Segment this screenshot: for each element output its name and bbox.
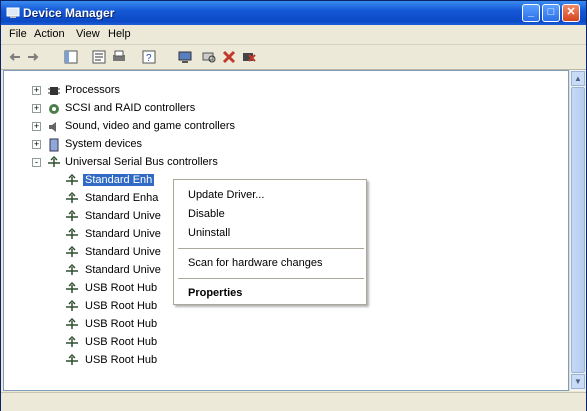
- usb-device-label: Standard Unive: [85, 210, 161, 222]
- expander-minus-icon[interactable]: -: [32, 158, 41, 167]
- menu-separator: [178, 248, 364, 249]
- system-device-icon: [49, 138, 59, 152]
- title-bar[interactable]: Device Manager _ □ ✕: [1, 1, 586, 25]
- usb-device-icon: [66, 317, 78, 329]
- tree-category-sound[interactable]: + Sound, video and game controllers: [32, 119, 292, 135]
- expander-plus-icon[interactable]: +: [32, 140, 41, 149]
- toolbar: ?: [1, 45, 586, 70]
- back-arrow-icon[interactable]: [7, 49, 23, 65]
- show-hide-tree-icon[interactable]: [63, 49, 79, 65]
- menu-separator: [178, 278, 364, 279]
- menu-disable[interactable]: Disable: [188, 208, 225, 220]
- svg-text:?: ?: [146, 53, 152, 64]
- scan-hardware-icon[interactable]: [201, 49, 217, 65]
- tree-category-label: Sound, video and game controllers: [65, 120, 235, 132]
- tree-category-label: Universal Serial Bus controllers: [65, 156, 218, 168]
- usb-device-icon: [66, 245, 78, 257]
- menu-help[interactable]: Help: [108, 28, 131, 40]
- minimize-button[interactable]: _: [522, 4, 540, 22]
- processor-icon: [48, 87, 60, 95]
- usb-icon: [48, 155, 60, 167]
- usb-device-icon: [66, 263, 78, 275]
- usb-device-icon: [66, 191, 78, 203]
- tree-category-label: SCSI and RAID controllers: [65, 102, 196, 114]
- vertical-scrollbar[interactable]: ▲ ▼: [569, 70, 586, 391]
- usb-device-label: USB Root Hub: [85, 318, 158, 330]
- menu-action[interactable]: Action: [34, 28, 65, 40]
- disable-device-icon[interactable]: [241, 49, 257, 65]
- tree-category-scsi[interactable]: + SCSI and RAID controllers: [32, 101, 272, 117]
- help-icon[interactable]: ?: [141, 49, 157, 65]
- usb-device-icon: [66, 335, 78, 347]
- scroll-up-arrow-icon[interactable]: ▲: [571, 71, 585, 86]
- close-button[interactable]: ✕: [562, 4, 580, 22]
- usb-device-icon: [66, 173, 78, 185]
- menu-file[interactable]: File: [9, 28, 27, 40]
- tree-category-system-devices[interactable]: + System devices: [32, 137, 232, 153]
- usb-device-icon: [66, 227, 78, 239]
- usb-device-icon: [66, 209, 78, 221]
- device-manager-window: Device Manager _ □ ✕ File Action View He…: [0, 0, 587, 411]
- usb-device-label: Standard Unive: [85, 228, 161, 240]
- tree-category-label: System devices: [65, 138, 143, 150]
- device-manager-icon: [6, 7, 20, 18]
- sound-icon: [49, 122, 56, 132]
- usb-device-label: USB Root Hub: [85, 354, 158, 366]
- menu-properties[interactable]: Properties: [188, 287, 242, 299]
- scroll-down-arrow-icon[interactable]: ▼: [571, 374, 585, 389]
- tree-category-label: Processors: [65, 84, 121, 96]
- uninstall-icon[interactable]: [221, 49, 237, 65]
- maximize-button[interactable]: □: [542, 4, 560, 22]
- properties-icon[interactable]: [91, 49, 107, 65]
- tree-category-usb[interactable]: - Universal Serial Bus controllers: [32, 155, 272, 171]
- menu-view[interactable]: View: [76, 28, 100, 40]
- usb-device-label: USB Root Hub: [85, 336, 158, 348]
- usb-device-label: Standard Enha: [85, 192, 159, 204]
- scsi-controller-icon: [49, 104, 59, 114]
- usb-device-label: USB Root Hub: [85, 282, 158, 294]
- context-menu: Update Driver... Disable Uninstall Scan …: [173, 179, 367, 305]
- usb-device-label: USB Root Hub: [85, 300, 158, 312]
- expander-plus-icon[interactable]: +: [32, 86, 41, 95]
- scroll-thumb[interactable]: [571, 87, 585, 373]
- expander-plus-icon[interactable]: +: [32, 122, 41, 131]
- tree-category-processors[interactable]: + Processors: [32, 83, 232, 99]
- forward-arrow-icon[interactable]: [25, 49, 41, 65]
- usb-device-icon: [66, 353, 78, 365]
- status-bar: [1, 392, 586, 411]
- usb-device-icon: [66, 299, 78, 311]
- menu-bar: File Action View Help: [1, 25, 586, 45]
- usb-device-label: Standard Unive: [85, 246, 161, 258]
- menu-scan-hardware[interactable]: Scan for hardware changes: [188, 257, 323, 269]
- usb-device-label: Standard Unive: [85, 264, 161, 276]
- expander-plus-icon[interactable]: +: [32, 104, 41, 113]
- usb-device-icon: [66, 281, 78, 293]
- menu-update-driver[interactable]: Update Driver...: [188, 189, 264, 201]
- menu-uninstall[interactable]: Uninstall: [188, 227, 230, 239]
- usb-device-label: Standard Enh: [83, 174, 155, 186]
- print-icon[interactable]: [111, 49, 127, 65]
- window-title: Device Manager: [23, 6, 115, 20]
- monitor-icon[interactable]: [177, 49, 193, 65]
